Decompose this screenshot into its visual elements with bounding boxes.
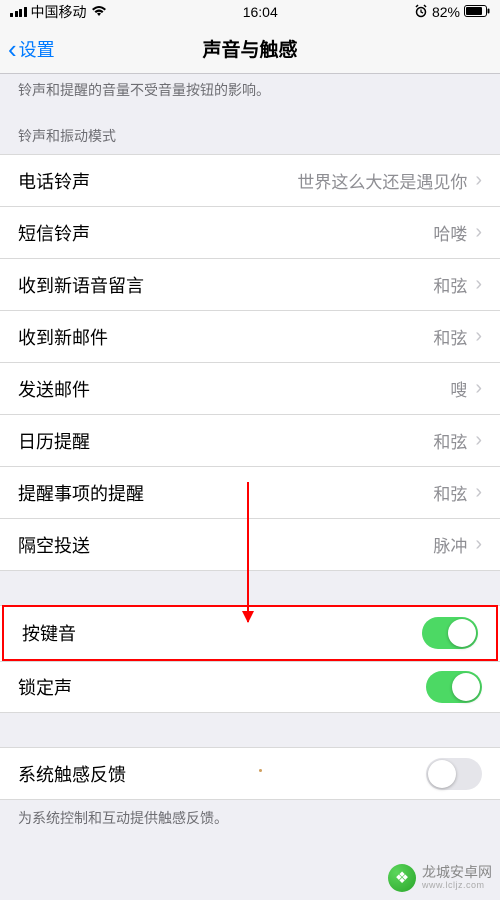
annotation-dot [259,769,262,772]
row-label: 系统触感反馈 [18,761,126,787]
row-system-haptics[interactable]: 系统触感反馈 [0,748,500,800]
row-label: 提醒事项的提醒 [18,480,144,506]
row-value: 和弦 [433,480,467,505]
chevron-right-icon: › [475,429,482,452]
toggle-keyboard-clicks[interactable] [422,617,478,649]
toggle-lock-sound[interactable] [426,671,482,703]
row-label: 短信铃声 [18,220,90,246]
status-bar: 中国移动 16:04 82% [0,0,500,24]
chevron-right-icon: › [475,221,482,244]
row-label: 隔空投送 [18,532,90,558]
row-label: 锁定声 [18,674,72,700]
row-sent-mail[interactable]: 发送邮件 嗖 › [0,363,500,415]
toggle-system-haptics[interactable] [426,758,482,790]
row-value: 嗖 [450,376,467,401]
row-lock-sound[interactable]: 锁定声 [0,661,500,713]
row-value: 和弦 [433,324,467,349]
watermark-url: www.lcljz.com [422,881,492,891]
row-calendar-alerts[interactable]: 日历提醒 和弦 › [0,415,500,467]
row-value: 哈喽 [433,220,467,245]
nav-bar: ‹ 设置 声音与触感 [0,24,500,74]
section-header-ringtone-patterns: 铃声和振动模式 [0,108,500,154]
watermark: ❖ 龙城安卓网 www.lcljz.com [388,864,492,892]
row-text-tone[interactable]: 短信铃声 哈喽 › [0,207,500,259]
chevron-right-icon: › [475,377,482,400]
chevron-right-icon: › [475,169,482,192]
chevron-right-icon: › [475,533,482,556]
signal-icon [10,7,27,17]
row-label: 发送邮件 [18,376,90,402]
row-new-mail[interactable]: 收到新邮件 和弦 › [0,311,500,363]
row-label: 按键音 [22,620,76,646]
row-new-voicemail[interactable]: 收到新语音留言 和弦 › [0,259,500,311]
chevron-right-icon: › [475,481,482,504]
battery-percent: 82% [432,4,460,20]
chevron-right-icon: › [475,273,482,296]
row-label: 电话铃声 [18,168,90,194]
row-ringtone[interactable]: 电话铃声 世界这么大还是遇见你 › [0,155,500,207]
row-value: 和弦 [433,272,467,297]
row-value: 脉冲 [433,532,467,557]
row-value: 和弦 [433,428,467,453]
row-reminder-alerts[interactable]: 提醒事项的提醒 和弦 › [0,467,500,519]
battery-icon [464,4,490,20]
clock: 16:04 [243,4,278,20]
wifi-icon [91,4,107,20]
chevron-right-icon: › [475,325,482,348]
row-label: 收到新邮件 [18,324,108,350]
back-label: 设置 [19,36,55,62]
annotation-arrow [247,482,249,622]
watermark-logo-icon: ❖ [388,864,416,892]
row-label: 日历提醒 [18,428,90,454]
volume-hint: 铃声和提醒的音量不受音量按钮的影响。 [0,74,500,108]
alarm-icon [414,4,428,21]
haptics-hint: 为系统控制和互动提供触感反馈。 [0,800,500,836]
back-button[interactable]: ‹ 设置 [8,36,55,62]
row-value: 世界这么大还是遇见你 [297,168,467,193]
row-label: 收到新语音留言 [18,272,144,298]
row-airdrop[interactable]: 隔空投送 脉冲 › [0,519,500,571]
carrier-label: 中国移动 [31,2,87,22]
page-title: 声音与触感 [202,35,297,62]
watermark-name: 龙城安卓网 [422,865,492,880]
chevron-left-icon: ‹ [8,36,17,62]
